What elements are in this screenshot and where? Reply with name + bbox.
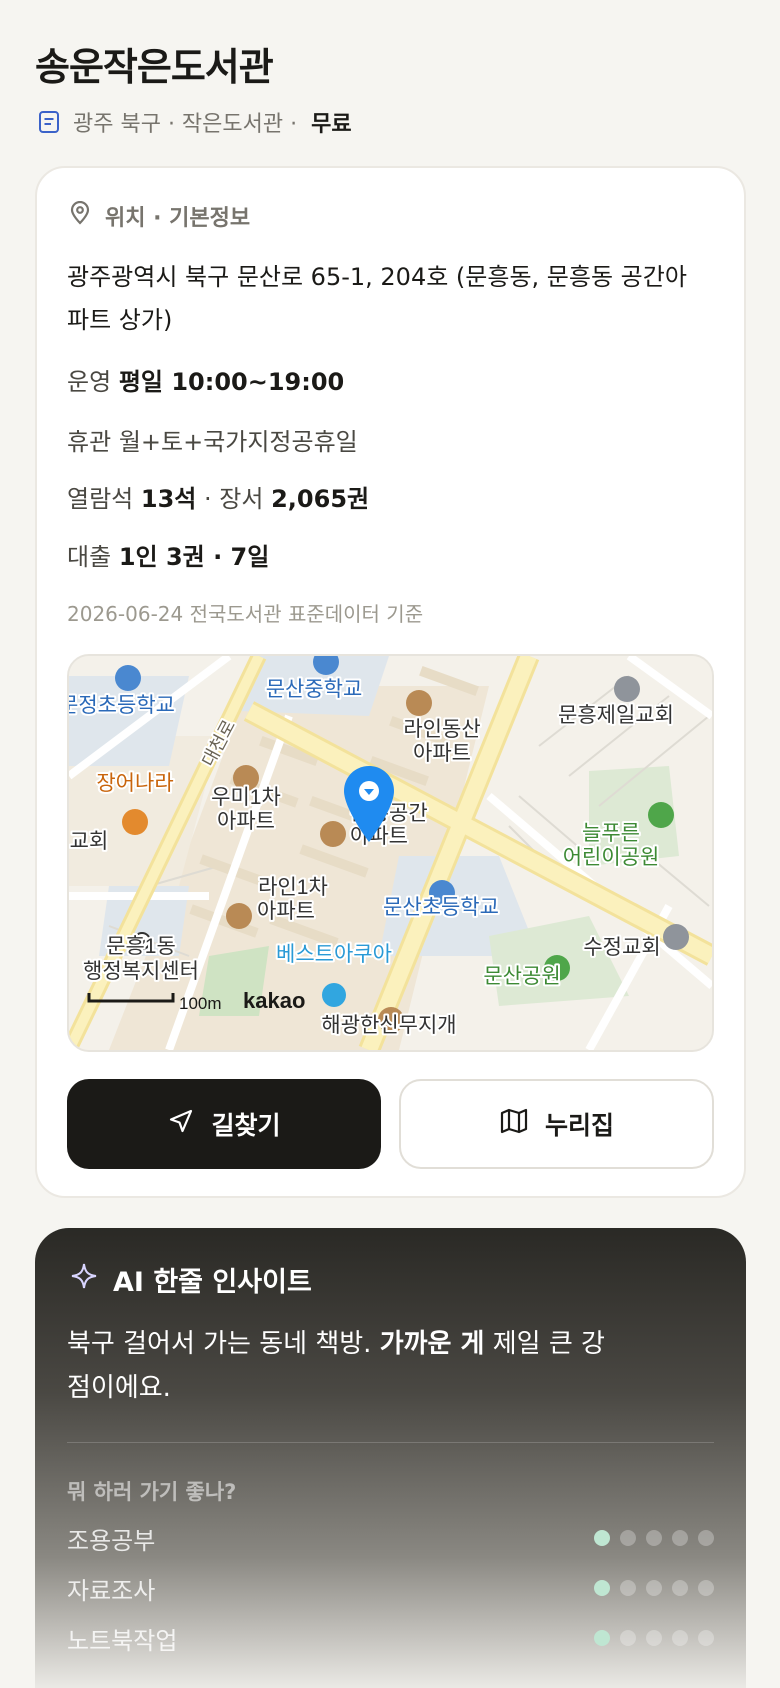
map-label-rain1cha: 라인1차	[258, 876, 328, 899]
page-title: 송운작은도서관	[35, 45, 274, 89]
map-label-raindong-2: 아파트	[413, 742, 471, 765]
rating-dots	[594, 1630, 714, 1646]
activity-label: 자료조사	[67, 1576, 156, 1605]
address: 광주광역시 북구 문산로 65-1, 204호 (문흥동, 문흥동 공간아파트 …	[67, 263, 687, 334]
activity-label: 노트북작업	[67, 1626, 178, 1655]
activity-question: 뭐 하러 가기 좋나?	[67, 1480, 237, 1504]
map-label-munheung-church: 문흥제일교회	[558, 704, 674, 727]
map-label-neulpureun-2: 어린이공원	[563, 846, 660, 869]
map-icon	[499, 1107, 529, 1141]
loan-row: 대출 1인 3권 · 7일	[67, 537, 269, 572]
map-label-munheung1: 문흥1동	[106, 935, 176, 958]
map-label-gonggan-2: 아파트	[350, 825, 408, 848]
map-brand-logo: kakao	[243, 988, 305, 1013]
books-value: 2,065권	[271, 485, 370, 513]
homepage-label: 누리집	[544, 1111, 614, 1140]
map-label-best-aqua: 베스트아쿠아	[276, 943, 392, 966]
directions-button[interactable]: 길찾기	[67, 1079, 381, 1169]
info-card: 위치 · 기본정보 광주광역시 북구 문산로 65-1, 204호 (문흥동, …	[35, 166, 746, 1198]
map-label-neulpureun: 늘푸른	[582, 822, 640, 845]
ai-insight-title: AI 한줄 인사이트	[113, 1267, 312, 1298]
library-meta: 광주 북구 · 작은도서관 · 무료	[37, 106, 352, 138]
closed-label: 휴관	[67, 428, 112, 456]
library-region-type: 광주 북구 · 작은도서관 ·	[73, 112, 298, 137]
map-label-munsan-elem: 문산초등학교	[383, 896, 499, 919]
activity-row: 조용공부	[67, 1521, 714, 1555]
closed-row: 휴관 월+토+국가지정공휴일	[67, 422, 358, 457]
map-label-church: 교회	[70, 830, 109, 853]
sparkle-icon	[71, 1263, 97, 1296]
fee-badge: 무료	[311, 112, 352, 137]
map-label-rain1cha-2: 아파트	[257, 900, 315, 923]
rating-dots	[594, 1580, 714, 1596]
divider	[67, 1442, 714, 1443]
loan-value: 1인 3권 · 7일	[118, 543, 270, 571]
map-label-munsan-middle: 문산중학교	[266, 678, 363, 701]
rating-dots	[594, 1530, 714, 1546]
section-header: 위치 · 기본정보	[69, 200, 250, 232]
map-label-haegwang: 해광한신무지개	[321, 1014, 456, 1037]
section-title: 위치 · 기본정보	[105, 206, 251, 231]
directions-label: 길찾기	[211, 1111, 281, 1140]
closed-value: 월+토+국가지정공휴일	[118, 428, 358, 456]
hours-row: 운영 평일 10:00~19:00	[67, 362, 344, 397]
seats-books-row: 열람석 13석 · 장서 2,065권	[67, 485, 370, 513]
seats-label: 열람석	[67, 485, 134, 513]
document-icon	[37, 110, 61, 134]
seats-value: 13석	[140, 485, 197, 513]
homepage-button[interactable]: 누리집	[399, 1079, 714, 1169]
hours-value: 평일 10:00~19:00	[118, 368, 345, 396]
ai-insight-header: AI 한줄 인사이트	[71, 1260, 312, 1299]
map-view[interactable]: 문산중학교 문정초등학교 라인동산 아파트 문흥제일교회 대천로 장어나라 우미…	[67, 654, 714, 1052]
map-label-sujeong-church: 수정교회	[583, 936, 660, 959]
loan-label: 대출	[67, 543, 112, 571]
activity-row: 노트북작업	[67, 1621, 714, 1655]
ai-insight-text: 북구 걸어서 가는 동네 책방. 가까운 게 제일 큰 강점이에요.	[67, 1329, 605, 1403]
location-pin-icon	[69, 200, 91, 231]
data-basis-note: 2026-06-24 전국도서관 표준데이터 기준	[67, 602, 424, 626]
map-label-jangeonara: 장어나라	[96, 772, 173, 795]
map-label-umi1-2: 아파트	[217, 810, 275, 833]
map-label-umi1: 우미1차	[211, 786, 281, 809]
hours-label: 운영	[67, 368, 112, 396]
map-scale-label: 100m	[179, 994, 222, 1013]
map-label-raindong: 라인동산	[403, 718, 480, 741]
books-label: 장서	[219, 485, 264, 513]
map-label-munjeong-elem: 문정초등학교	[69, 694, 175, 717]
map-label-munheung1-2: 행정복지센터	[83, 960, 199, 983]
activity-label: 조용공부	[67, 1526, 156, 1555]
navigation-arrow-icon	[167, 1107, 195, 1141]
activity-row: 자료조사	[67, 1571, 714, 1605]
map-label-munsan-park: 문산공원	[483, 965, 560, 988]
ai-insight-card: AI 한줄 인사이트 북구 걸어서 가는 동네 책방. 가까운 게 제일 큰 강…	[35, 1228, 746, 1688]
